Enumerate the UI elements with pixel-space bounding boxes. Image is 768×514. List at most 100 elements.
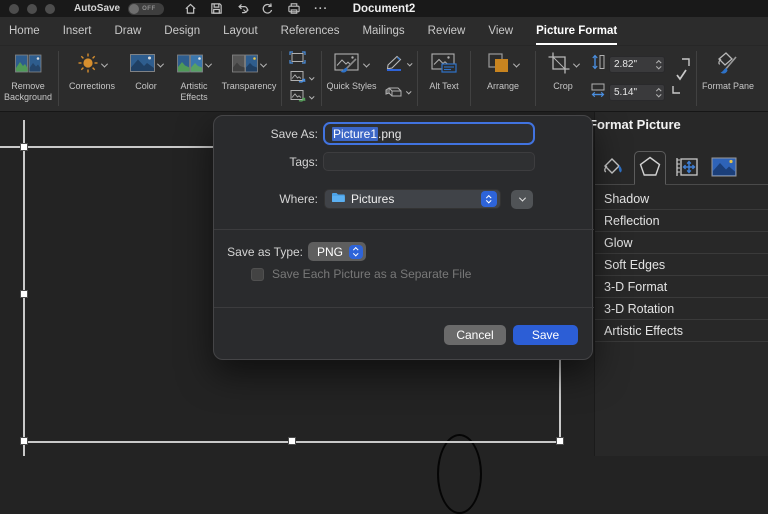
more-commands-icon[interactable]: ···	[314, 3, 328, 15]
tab-references[interactable]: References	[281, 17, 340, 45]
panel-section-glow[interactable]: Glow	[595, 232, 768, 254]
arrange-button[interactable]: Arrange	[473, 46, 533, 111]
compress-pictures-button[interactable]	[289, 50, 314, 67]
selection-handle-bottom-center[interactable]	[288, 437, 296, 445]
filename-input[interactable]: Picture1 .png	[323, 122, 535, 145]
cancel-button[interactable]: Cancel	[444, 325, 506, 345]
autosave-toggle[interactable]: OFF	[128, 2, 165, 15]
oval-shape[interactable]	[437, 434, 482, 514]
remove-background-icon	[14, 54, 42, 78]
tab-home[interactable]: Home	[9, 17, 40, 45]
picture-icon	[711, 157, 737, 182]
lock-aspect-ratio-checkbox[interactable]	[671, 56, 691, 101]
window-minimize-button[interactable]	[27, 3, 37, 14]
picture-effects-button[interactable]	[384, 84, 412, 103]
selection-left-edge	[23, 120, 25, 456]
shape-height-icon	[591, 54, 605, 75]
crop-button[interactable]: Crop	[538, 46, 588, 111]
change-picture-button[interactable]	[289, 70, 315, 86]
transparency-button[interactable]: Transparency	[219, 46, 279, 111]
picture-border-button[interactable]	[384, 55, 412, 76]
corrections-button[interactable]: Corrections	[61, 46, 123, 111]
tab-layout-properties[interactable]	[671, 154, 703, 184]
alt-text-icon	[431, 53, 457, 78]
title-bar: AutoSave OFF ··· Document2	[0, 0, 768, 17]
transparency-chevron-icon[interactable]	[259, 60, 268, 68]
panel-section-reflection[interactable]: Reflection	[595, 210, 768, 232]
tab-picture[interactable]	[708, 154, 740, 184]
tab-draw[interactable]: Draw	[114, 17, 141, 45]
tags-input[interactable]	[323, 152, 535, 171]
window-zoom-button[interactable]	[45, 3, 55, 14]
artistic-effects-chevron-icon[interactable]	[204, 60, 213, 68]
panel-section-soft-edges[interactable]: Soft Edges	[595, 254, 768, 276]
tab-view[interactable]: View	[488, 17, 513, 45]
selection-handle-bottom-left[interactable]	[20, 437, 28, 445]
selection-handle-middle-left[interactable]	[20, 290, 28, 298]
redo-icon[interactable]	[261, 2, 274, 15]
artistic-effects-button[interactable]: Artistic Effects	[169, 46, 219, 111]
undo-button[interactable]	[236, 2, 249, 15]
remove-background-button[interactable]: Remove Background	[0, 46, 56, 111]
format-pane-icon	[715, 51, 741, 80]
selection-handle-bottom-right[interactable]	[556, 437, 564, 445]
tab-insert[interactable]: Insert	[63, 17, 92, 45]
corrections-sun-icon	[77, 52, 99, 79]
color-chevron-icon[interactable]	[156, 60, 164, 68]
panel-section-list: Shadow Reflection Glow Soft Edges 3-D Fo…	[595, 188, 768, 342]
format-pane-button[interactable]: Format Pane	[699, 46, 757, 111]
tab-fill-line[interactable]	[597, 154, 629, 184]
reset-picture-chevron-icon[interactable]	[309, 93, 315, 99]
crop-chevron-icon[interactable]	[572, 60, 581, 68]
quick-styles-chevron-icon[interactable]	[362, 60, 371, 68]
tab-effects[interactable]	[634, 151, 666, 185]
quick-styles-icon	[334, 52, 361, 79]
color-button[interactable]: Color	[123, 46, 169, 111]
shape-width-icon	[591, 82, 605, 103]
corrections-chevron-icon[interactable]	[100, 60, 109, 68]
arrange-chevron-icon[interactable]	[512, 60, 521, 68]
color-picture-icon	[129, 54, 155, 77]
print-icon[interactable]	[287, 2, 301, 15]
panel-tabs	[595, 148, 768, 185]
save-icon[interactable]	[210, 2, 223, 15]
alt-text-button[interactable]: Alt Text	[420, 46, 468, 111]
tab-review[interactable]: Review	[428, 17, 466, 45]
save-button[interactable]: Save	[513, 325, 578, 345]
where-value: Pictures	[351, 192, 395, 206]
file-type-dropdown[interactable]: PNG	[308, 242, 367, 261]
width-stepper[interactable]	[655, 88, 661, 98]
quick-styles-button[interactable]: Quick Styles	[324, 46, 380, 111]
separate-file-checkbox[interactable]	[251, 268, 264, 281]
window-close-button[interactable]	[9, 3, 19, 14]
picture-effects-chevron-icon[interactable]	[405, 89, 411, 95]
panel-section-3d-format[interactable]: 3-D Format	[595, 276, 768, 298]
panel-title: Format Picture	[589, 117, 681, 132]
where-dropdown[interactable]: Pictures	[324, 189, 501, 209]
shape-height-field[interactable]: 2.82"	[609, 56, 665, 73]
format-picture-panel: Format Picture Shadow Reflection Glow So…	[589, 112, 768, 456]
where-expand-button[interactable]	[511, 190, 533, 209]
filename-extension: .png	[378, 126, 402, 141]
tab-design[interactable]: Design	[164, 17, 200, 45]
save-dialog: Save As: Picture1 .png Tags: Where: Pictu…	[213, 115, 594, 360]
selection-handle-top-left[interactable]	[20, 143, 28, 151]
file-type-value: PNG	[317, 244, 344, 259]
autosave-toggle-knob	[129, 3, 140, 14]
effects-pentagon-icon	[638, 155, 662, 182]
panel-section-shadow[interactable]: Shadow	[595, 188, 768, 210]
panel-section-3d-rotation[interactable]: 3-D Rotation	[595, 298, 768, 320]
transparency-icon	[232, 54, 258, 78]
home-icon[interactable]	[184, 2, 197, 15]
height-stepper[interactable]	[655, 60, 661, 70]
save-as-label: Save As:	[270, 127, 318, 141]
reset-picture-button[interactable]	[289, 89, 315, 105]
tab-picture-format[interactable]: Picture Format	[536, 17, 618, 45]
ribbon-tab-row: Home Insert Draw Design Layout Reference…	[0, 17, 768, 45]
tab-mailings[interactable]: Mailings	[362, 17, 404, 45]
change-picture-chevron-icon[interactable]	[309, 74, 315, 80]
tab-layout[interactable]: Layout	[223, 17, 258, 45]
shape-width-field[interactable]: 5.14"	[609, 84, 665, 101]
panel-section-artistic-effects[interactable]: Artistic Effects	[595, 320, 768, 342]
picture-border-chevron-icon[interactable]	[406, 61, 412, 67]
